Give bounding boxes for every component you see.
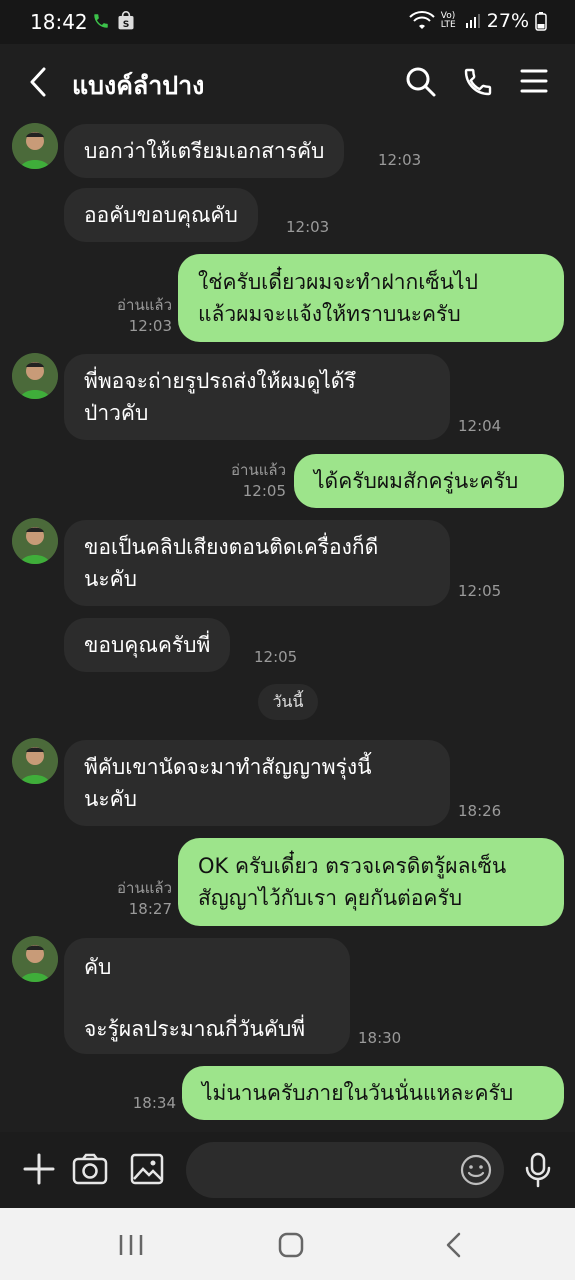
message-text: ออคับขอบคุณคับ: [84, 203, 238, 227]
message-time: 12:03: [286, 218, 330, 236]
mic-icon[interactable]: [524, 1152, 552, 1192]
message-time: 18:34: [132, 1094, 176, 1112]
svg-text:S: S: [123, 19, 130, 30]
wifi-icon: [409, 11, 435, 29]
search-icon[interactable]: [405, 66, 437, 102]
status-bar: 18:42 S Vo) LTE 27%: [0, 0, 575, 44]
message-text: ป่าวคับ: [84, 401, 149, 425]
date-separator: วันนี้: [258, 684, 318, 720]
message-text: ขอเป็นคลิปเสียงตอนติดเครื่องก็ดี: [84, 535, 379, 559]
message-meta: อ่านแล้ว 12:05: [214, 460, 286, 502]
message-time: 12:04: [458, 417, 502, 435]
message-text: ไม่นานครับภายในวันนั่นแหละครับ: [202, 1081, 514, 1105]
message-input[interactable]: [186, 1142, 504, 1198]
avatar[interactable]: [12, 353, 58, 399]
avatar[interactable]: [12, 518, 58, 564]
recent-apps-icon[interactable]: [118, 1234, 144, 1260]
phone-icon[interactable]: [462, 66, 494, 102]
message-meta: อ่านแล้ว 18:27: [100, 878, 172, 920]
message-meta: 18:34: [100, 1093, 176, 1114]
menu-icon[interactable]: [520, 68, 548, 98]
message-bubble[interactable]: ขอเป็นคลิปเสียงตอนติดเครื่องก็ดี นะคับ: [64, 520, 450, 606]
home-icon[interactable]: [278, 1232, 304, 1262]
message-bubble[interactable]: OK ครับเดี๋ยว ตรวจเครดิตรู้ผลเซ็น สัญญาไ…: [178, 838, 564, 926]
battery-icon: [535, 12, 547, 31]
camera-icon[interactable]: [72, 1152, 108, 1190]
message-bubble[interactable]: ไม่นานครับภายในวันนั่นแหละครับ: [182, 1066, 564, 1120]
message-bubble[interactable]: พี่พอจะถ่ายรูปรถส่งให้ผมดูได้รึ ป่าวคับ: [64, 354, 450, 440]
message-text: ขอบคุณครับพี่: [84, 633, 211, 657]
message-time: 12:03: [378, 151, 422, 169]
message-text: พี่พอจะถ่ายรูปรถส่งให้ผมดูได้รึ: [84, 369, 356, 393]
plus-icon[interactable]: [22, 1152, 56, 1190]
message-time: 18:30: [358, 1029, 402, 1047]
message-bubble[interactable]: ได้ครับผมสักครู่นะครับ: [294, 454, 564, 508]
image-icon[interactable]: [130, 1152, 164, 1190]
message-time: 18:27: [128, 900, 172, 918]
message-text: คับ: [84, 955, 112, 979]
message-text: สัญญาไว้กับเรา คุยกันต่อครับ: [198, 886, 463, 910]
read-receipt: อ่านแล้ว: [231, 461, 286, 479]
read-receipt: อ่านแล้ว: [117, 296, 172, 314]
signal-icon: [465, 14, 480, 28]
status-indicators: Vo) LTE 27%: [409, 10, 547, 32]
message-bubble[interactable]: ขอบคุณครับพี่: [64, 618, 231, 672]
message-time: 12:05: [458, 582, 502, 600]
chat-header: แบงค์ลำปาง: [0, 44, 575, 120]
message-time: 12:05: [254, 648, 298, 666]
message-text: จะรู้ผลประมาณกี่วันคับพี่: [84, 1017, 306, 1041]
avatar[interactable]: [12, 738, 58, 784]
message-meta: อ่านแล้ว 12:03: [100, 295, 172, 337]
shopping-bag-icon: S: [116, 11, 136, 35]
message-text: นะคับ: [84, 567, 138, 591]
message-time: 12:05: [242, 482, 286, 500]
read-receipt: อ่านแล้ว: [117, 879, 172, 897]
network-label: Vo) LTE: [440, 11, 456, 30]
nav-back-icon[interactable]: [444, 1232, 462, 1262]
chat-area[interactable]: บอกว่าให้เตรียมเอกสารคับ 12:03 ออคับขอบค…: [0, 120, 575, 1132]
message-bubble[interactable]: พีคับเขานัดจะมาทำสัญญาพรุ่งนี้ นะคับ: [64, 740, 450, 826]
message-bubble[interactable]: บอกว่าให้เตรียมเอกสารคับ: [64, 124, 345, 178]
message-bubble[interactable]: คับ จะรู้ผลประมาณกี่วันคับพี่: [64, 938, 350, 1054]
status-time: 18:42: [30, 10, 88, 34]
avatar[interactable]: [12, 936, 58, 982]
message-text: นะคับ: [84, 787, 138, 811]
message-text: บอกว่าให้เตรียมเอกสารคับ: [84, 139, 325, 163]
avatar[interactable]: [12, 123, 58, 169]
message-input-bar: [0, 1132, 575, 1208]
message-time: 18:26: [458, 802, 502, 820]
call-active-icon: [92, 12, 110, 34]
battery-percent: 27%: [486, 10, 529, 32]
message-bubble[interactable]: ใช่ครับเดี๋ยวผมจะทำฝากเซ็นไป แล้วผมจะแจ้…: [178, 254, 564, 342]
back-icon[interactable]: [26, 66, 52, 102]
message-text: แล้วผมจะแจ้งให้ทราบนะครับ: [198, 302, 461, 326]
chat-title[interactable]: แบงค์ลำปาง: [72, 66, 204, 106]
message-text: ใช่ครับเดี๋ยวผมจะทำฝากเซ็นไป: [198, 270, 478, 294]
message-text: [84, 983, 330, 1013]
message-text: OK ครับเดี๋ยว ตรวจเครดิตรู้ผลเซ็น: [198, 854, 507, 878]
message-bubble[interactable]: ออคับขอบคุณคับ: [64, 188, 258, 242]
emoji-icon[interactable]: [460, 1154, 492, 1190]
message-time: 12:03: [128, 317, 172, 335]
message-text: ได้ครับผมสักครู่นะครับ: [314, 469, 519, 493]
message-text: พีคับเขานัดจะมาทำสัญญาพรุ่งนี้: [84, 755, 372, 779]
system-nav-bar: [0, 1208, 575, 1280]
